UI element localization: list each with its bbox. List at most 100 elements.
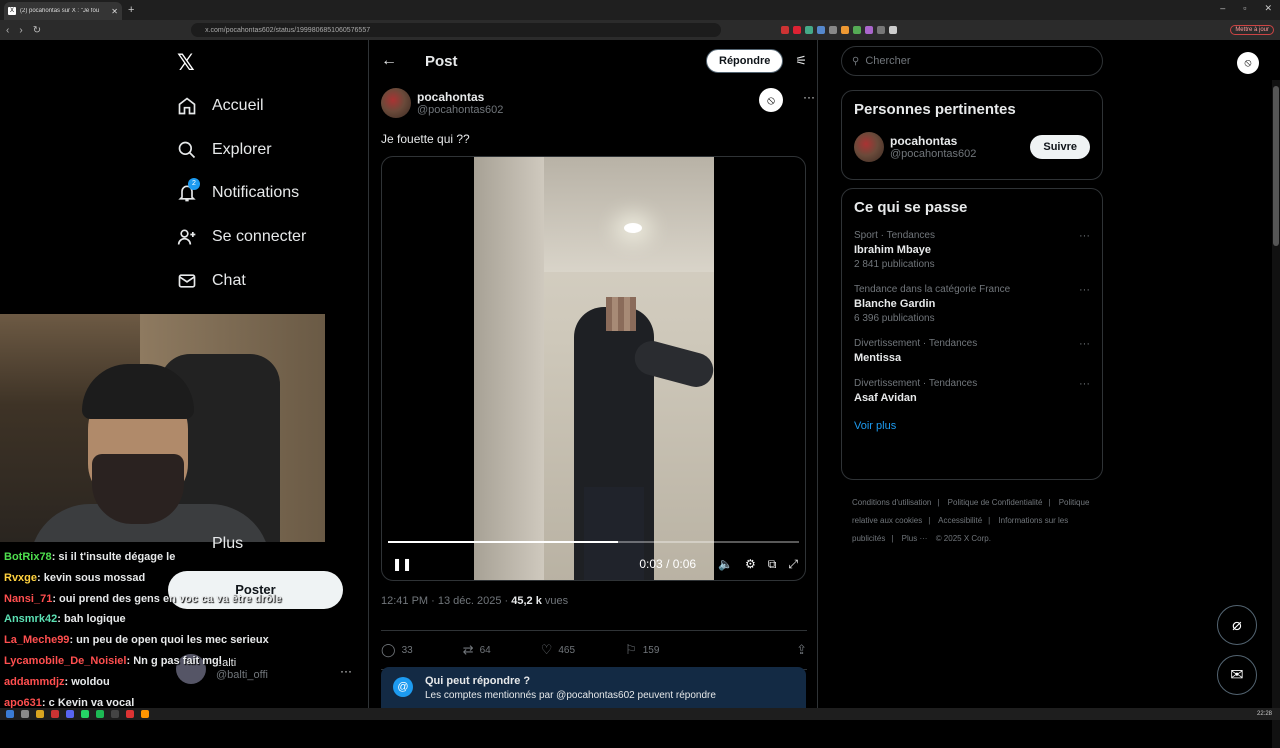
share-action[interactable]: ⇪ [796, 642, 807, 658]
person-name: pocahontas [890, 134, 958, 148]
extension-icon[interactable] [877, 26, 886, 34]
pip-icon[interactable]: ⧉ [768, 557, 777, 572]
more-dots-icon[interactable]: ··· [340, 664, 352, 678]
post-column: ← Post Répondre ⚟ pocahontas @pocahontas… [368, 40, 818, 708]
settings-gear-icon[interactable]: ⚙ [745, 557, 756, 571]
nav-connect[interactable]: Se connecter [176, 226, 306, 248]
browser-tab[interactable]: X (2) pocahontas sur X : "Je fou ✕ [4, 2, 122, 20]
extension-icon[interactable] [829, 26, 838, 34]
x-logo-icon[interactable]: 𝕏 [177, 50, 195, 76]
video-player[interactable]: ❚❚ 0:03 / 0:06 🔈 ⚙ ⧉ ⤢ [381, 156, 806, 581]
app-icon[interactable] [66, 710, 74, 718]
trend-name: Asaf Avidan [854, 392, 917, 404]
relevant-person[interactable]: pocahontas @pocahontas602 Suivre [854, 132, 1090, 162]
reply-action[interactable]: ◯ 33 [381, 642, 413, 658]
extension-icon[interactable] [793, 26, 802, 34]
nav-explore[interactable]: Explorer [176, 139, 272, 161]
nav-home[interactable]: Accueil [176, 95, 264, 117]
footer-separator: | [988, 516, 991, 525]
reply-button[interactable]: Répondre [706, 49, 784, 73]
author-handle[interactable]: @pocahontas602 [417, 104, 503, 116]
volume-icon[interactable]: 🔈 [718, 557, 733, 571]
trend-item[interactable]: Divertissement · Tendances Asaf Avidan ·… [854, 378, 1090, 404]
app-icon[interactable] [51, 710, 59, 718]
forward-icon[interactable]: › [19, 25, 22, 36]
chat-user: La_Meche99 [4, 634, 70, 647]
back-icon[interactable]: ‹ [6, 25, 9, 36]
reload-icon[interactable]: ↻ [33, 25, 41, 36]
url-field[interactable]: x.com/pocahontas602/status/1999806851060… [191, 23, 722, 37]
scrollbar[interactable] [1272, 80, 1280, 748]
extension-icon[interactable] [805, 26, 814, 34]
grok-fab-icon[interactable]: ⌀ [1217, 605, 1257, 645]
video-frame [474, 157, 718, 580]
footer-link[interactable]: Accessibilité [938, 516, 982, 525]
extension-icon[interactable] [781, 26, 790, 34]
extension-icon[interactable] [841, 26, 850, 34]
start-icon[interactable] [6, 710, 14, 718]
trend-item[interactable]: Divertissement · Tendances Mentissa ··· [854, 338, 1090, 364]
search-input[interactable]: ⚲ Chercher [841, 46, 1103, 76]
nav-chat[interactable]: Chat [176, 270, 246, 292]
footer-link[interactable]: Politique de Confidentialité [948, 498, 1043, 507]
see-more-link[interactable]: Voir plus [854, 420, 1090, 432]
messages-fab-icon[interactable]: ✉ [1217, 655, 1257, 695]
app-icon[interactable] [126, 710, 134, 718]
app-icon[interactable] [96, 710, 104, 718]
avatar[interactable] [381, 88, 411, 118]
close-tab-icon[interactable]: ✕ [111, 7, 118, 16]
close-window-icon[interactable]: ✕ [1264, 3, 1272, 14]
new-tab-icon[interactable]: + [128, 4, 134, 16]
folder-icon[interactable] [36, 710, 44, 718]
more-dots-icon[interactable]: ··· [1079, 230, 1090, 242]
chat-message: Nansi_71: oui prend des gens en voc ca v… [4, 592, 282, 605]
pause-icon[interactable]: ❚❚ [392, 557, 412, 571]
who-reply-subtitle: Les comptes mentionnés par @pocahontas60… [425, 690, 716, 701]
post-timestamp[interactable]: 12:41 PM · 13 déc. 2025 · [381, 595, 508, 607]
trend-count: 6 396 publications [854, 313, 935, 324]
bookmark-icon: ⚐ [625, 642, 637, 657]
app-icon[interactable] [111, 710, 119, 718]
extension-icon[interactable] [865, 26, 874, 34]
mail-icon [176, 270, 198, 292]
nav-notifications[interactable]: 2 Notifications [176, 178, 299, 204]
repost-action[interactable]: ⇄ 64 [463, 642, 491, 658]
extension-icon[interactable] [889, 26, 898, 34]
more-dots-icon[interactable]: ··· [1079, 284, 1090, 296]
more-dots-icon[interactable]: ··· [1079, 378, 1090, 390]
chat-message: BotRix78: si il t'insulte dégage le [4, 551, 176, 563]
follow-button[interactable]: Suivre [1030, 135, 1090, 159]
trend-item[interactable]: Sport · Tendances Ibrahim Mbaye 2 841 pu… [854, 230, 1090, 270]
chat-user: BotRix78 [4, 551, 52, 563]
sliders-icon[interactable]: ⚟ [795, 53, 807, 69]
more-dots-icon[interactable]: ··· [1079, 338, 1090, 350]
scrollbar-thumb[interactable] [1273, 86, 1279, 246]
trend-item[interactable]: Tendance dans la catégorie France Blanch… [854, 284, 1090, 324]
like-action[interactable]: ♡ 465 [541, 642, 575, 658]
fullscreen-icon[interactable]: ⤢ [788, 557, 798, 572]
more-dots-icon[interactable]: ··· [803, 90, 815, 104]
search-icon[interactable] [21, 710, 29, 718]
app-icon[interactable] [81, 710, 89, 718]
comment-icon: ◯ [381, 642, 396, 657]
maximize-icon[interactable]: ▫ [1243, 3, 1246, 14]
nav-label: Explorer [212, 141, 272, 158]
footer-link[interactable]: Plus ··· [902, 534, 928, 543]
browser-update-button[interactable]: Mettre à jour [1230, 25, 1274, 35]
footer-link[interactable]: Conditions d'utilisation [852, 498, 931, 507]
back-arrow-icon[interactable]: ← [381, 52, 397, 70]
post-author: pocahontas @pocahontas602 ⦸ ··· [381, 88, 815, 118]
author-name[interactable]: pocahontas [417, 90, 484, 104]
app-icon[interactable] [141, 710, 149, 718]
grok-icon[interactable]: ⦸ [759, 88, 783, 112]
video-progress-bar[interactable] [388, 541, 799, 543]
chat-text: un peu de open quoi les mec serieux [76, 634, 269, 647]
bookmark-action[interactable]: ⚐ 159 [625, 642, 659, 658]
extension-icon[interactable] [817, 26, 826, 34]
avatar[interactable] [854, 132, 884, 162]
grok-icon[interactable]: ⦸ [1237, 52, 1259, 74]
minimize-icon[interactable]: – [1220, 3, 1225, 14]
extension-icon[interactable] [853, 26, 862, 34]
nav-label: Accueil [212, 97, 264, 114]
notification-badge: 2 [188, 178, 200, 190]
